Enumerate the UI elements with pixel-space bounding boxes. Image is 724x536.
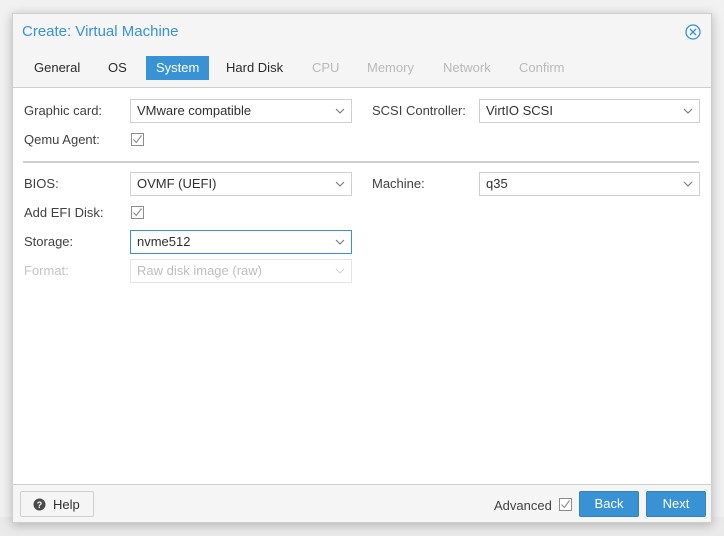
bios-value: OVMF (UEFI) bbox=[137, 176, 217, 191]
add-efi-disk-label: Add EFI Disk: bbox=[24, 205, 104, 220]
scsi-controller-select[interactable]: VirtIO SCSI bbox=[479, 99, 700, 123]
format-value: Raw disk image (raw) bbox=[137, 263, 262, 278]
question-circle-icon: ? bbox=[33, 498, 46, 511]
storage-select[interactable]: nvme512 bbox=[130, 230, 352, 254]
tab-general[interactable]: General bbox=[24, 56, 90, 80]
tab-label: General bbox=[34, 60, 81, 75]
qemu-agent-checkbox[interactable] bbox=[131, 133, 144, 146]
graphic-card-select[interactable]: VMware compatible bbox=[130, 99, 352, 123]
dialog-title: Create: Virtual Machine bbox=[22, 23, 179, 40]
wizard-tabbar: General OS System Hard Disk CPU Memory N… bbox=[13, 50, 711, 86]
tab-memory: Memory bbox=[357, 56, 424, 80]
tab-confirm: Confirm bbox=[509, 56, 575, 80]
advanced-checkbox[interactable] bbox=[559, 498, 572, 511]
bios-select[interactable]: OVMF (UEFI) bbox=[130, 172, 352, 196]
chevron-down-icon bbox=[335, 268, 345, 274]
qemu-agent-label: Qemu Agent: bbox=[24, 132, 100, 147]
tab-label: Network bbox=[443, 60, 491, 75]
storage-label: Storage: bbox=[24, 234, 74, 249]
add-efi-disk-checkbox[interactable] bbox=[131, 206, 144, 219]
create-vm-dialog: Create: Virtual Machine General OS Syste… bbox=[12, 13, 712, 523]
dialog-footer: ? Help Advanced Back Next bbox=[13, 486, 711, 522]
close-icon[interactable] bbox=[685, 24, 701, 40]
chevron-down-icon bbox=[335, 239, 345, 245]
chevron-down-icon bbox=[683, 108, 693, 114]
machine-label: Machine: bbox=[372, 176, 425, 191]
tab-label: Memory bbox=[367, 60, 414, 75]
back-button[interactable]: Back bbox=[579, 491, 639, 517]
chevron-down-icon bbox=[683, 181, 693, 187]
chevron-down-icon bbox=[335, 108, 345, 114]
svg-text:?: ? bbox=[37, 500, 43, 510]
tab-label: Hard Disk bbox=[226, 60, 284, 75]
tab-label: Confirm bbox=[519, 60, 565, 75]
tab-label: OS bbox=[108, 60, 127, 75]
machine-select[interactable]: q35 bbox=[479, 172, 700, 196]
bios-label: BIOS: bbox=[24, 176, 59, 191]
machine-value: q35 bbox=[486, 176, 508, 191]
tab-system[interactable]: System bbox=[146, 56, 210, 80]
graphic-card-label: Graphic card: bbox=[24, 103, 103, 118]
scsi-controller-value: VirtIO SCSI bbox=[486, 103, 553, 118]
storage-value: nvme512 bbox=[137, 234, 191, 249]
tab-cpu: CPU bbox=[302, 56, 349, 80]
tab-label: System bbox=[156, 60, 200, 75]
next-label: Next bbox=[662, 496, 690, 511]
next-button[interactable]: Next bbox=[646, 491, 706, 517]
back-label: Back bbox=[594, 496, 624, 511]
format-label: Format: bbox=[24, 263, 69, 278]
tab-network: Network bbox=[433, 56, 501, 80]
section-divider bbox=[23, 161, 699, 163]
help-button[interactable]: ? Help bbox=[20, 491, 94, 517]
graphic-card-value: VMware compatible bbox=[137, 103, 252, 118]
system-panel: Graphic card: VMware compatible SCSI Con… bbox=[13, 87, 711, 485]
advanced-label: Advanced bbox=[494, 498, 552, 513]
format-select: Raw disk image (raw) bbox=[130, 259, 352, 283]
dialog-titlebar: Create: Virtual Machine bbox=[13, 14, 711, 50]
tab-os[interactable]: OS bbox=[98, 56, 137, 80]
help-label: Help bbox=[53, 497, 80, 512]
chevron-down-icon bbox=[335, 181, 345, 187]
tab-label: CPU bbox=[312, 60, 340, 75]
tab-hard-disk[interactable]: Hard Disk bbox=[216, 56, 293, 80]
scsi-controller-label: SCSI Controller: bbox=[372, 103, 466, 118]
